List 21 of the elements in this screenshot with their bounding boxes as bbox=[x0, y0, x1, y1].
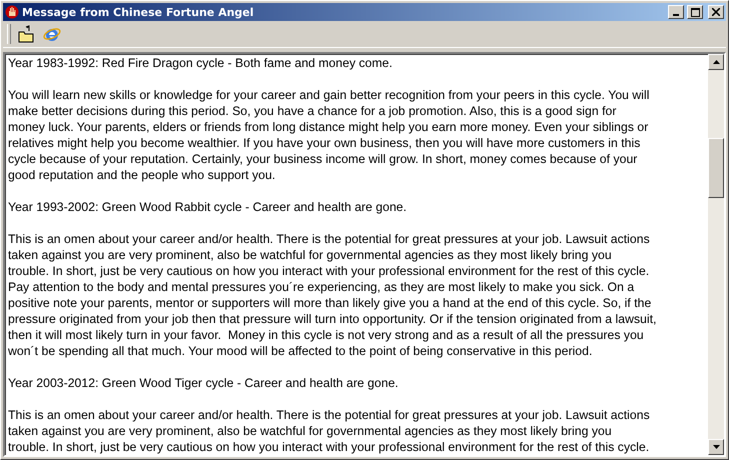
vertical-scrollbar[interactable] bbox=[708, 54, 724, 455]
window-title: Message from Chinese Fortune Angel bbox=[22, 6, 255, 18]
minimize-button[interactable] bbox=[668, 5, 684, 19]
maximize-button[interactable] bbox=[687, 5, 703, 19]
scroll-up-button[interactable] bbox=[708, 54, 724, 70]
scroll-down-button[interactable] bbox=[708, 439, 724, 455]
up-arrow-icon bbox=[712, 60, 720, 64]
maximize-icon bbox=[690, 8, 700, 16]
message-paragraph: This is an omen about your career and/or health. There is the potential for great pressures at your job. Lawsuit actions taken against you are very prominent, also be watchful for governmental agencies as they most likely bring you trouble. In short, just be very cautious on how you interact with your professional environment for the rest of this cycle. Pay attention to the body and mental pressures you´re experiencing, as they are most likely to make you sick. On a positive note your parents, mentor or supporters will more than likely give you a hand at the end of this cycle. So, if the pressure originated from your job then that pressure will turn into opportunity. Or if the tension originated from a lawsuit, then it will most likely turn in your favor. Money in this cycle is not very strong and as a result of all the pressures you won´t be spending all that much. Your mood will be affected to the point of being conservative in this period. bbox=[8, 231, 658, 359]
globe-icon bbox=[43, 25, 61, 43]
message-paragraph: Year 1993-2002: Green Wood Rabbit cycle - Career and health are gone. bbox=[8, 199, 408, 215]
close-button[interactable] bbox=[708, 5, 724, 19]
close-icon bbox=[712, 8, 720, 16]
message-paragraph: Year 2003-2012: Green Wood Tiger cycle - Career and health are gone. bbox=[8, 375, 400, 391]
message-paragraph: Year 1983-1992: Red Fire Dragon cycle - Both fame and money come. bbox=[8, 55, 394, 71]
hand-icon bbox=[5, 5, 19, 19]
message-paragraph: You will learn new skills or knowledge for your career and gain better recognition from your peers in this cycle. You will make better decisions during this period. So, you have a chance for a job promotion. Also, this is a good sign for money luck. Your parents, elders or friends from long distance might help you earn more money. Even your siblings or relatives might help you become wealthier. If you have your own business, then you will have more customers in this cycle because of your reputation. Certainly, your business income will grow. In short, money comes because of your good reputation and the people who support you. bbox=[8, 87, 650, 183]
message-paragraph: This is an omen about your career and/or health. There is the potential for great pressures at your job. Lawsuit actions taken against you are very prominent, also be watchful for governmental agencies as they most likely bring you trouble. In short, just be very cautious on how you interact with your professional environment for the rest of this cycle. bbox=[8, 407, 651, 455]
down-arrow-icon bbox=[712, 445, 720, 449]
folder-icon bbox=[17, 25, 35, 43]
scroll-thumb[interactable] bbox=[708, 138, 724, 198]
